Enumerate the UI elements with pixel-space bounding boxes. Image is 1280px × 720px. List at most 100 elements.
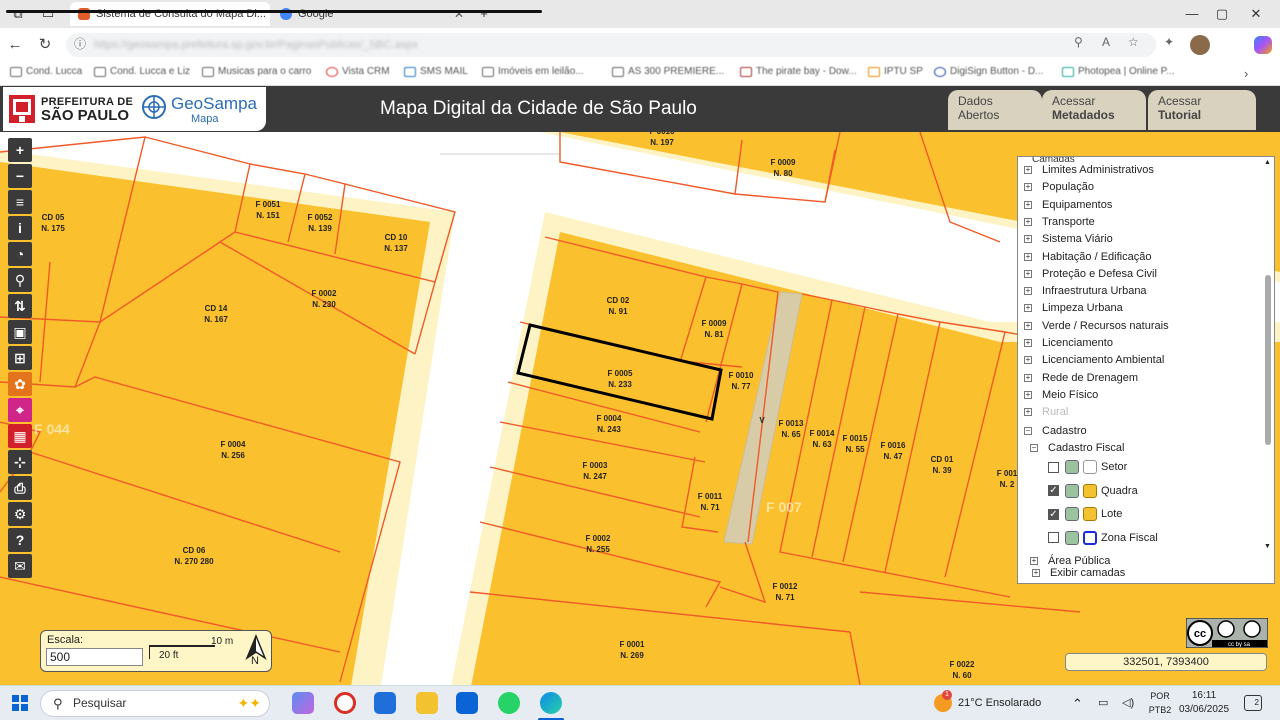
scroll-down-icon[interactable]: ▼ bbox=[1264, 543, 1271, 550]
search-icon[interactable]: ⚲ bbox=[8, 268, 32, 292]
profile-avatar[interactable] bbox=[1190, 35, 1210, 55]
chrome-app-icon[interactable] bbox=[334, 692, 356, 714]
reload-icon[interactable]: ↻ bbox=[34, 35, 56, 55]
acessar-metadados-button[interactable]: Acessar Metadados bbox=[1042, 90, 1146, 130]
bookmark-item[interactable]: Vista CRM bbox=[326, 66, 390, 77]
map-pin-icon[interactable]: ⌖ bbox=[8, 398, 32, 422]
map-canvas[interactable]: CD 05 N. 175 F 0051 N. 151 F 0052 N. 139 CD 10… bbox=[0, 132, 1280, 685]
fiscal-layer-item[interactable]: ✓ Quadra bbox=[1048, 483, 1138, 498]
layer-checkbox[interactable] bbox=[1048, 461, 1059, 473]
layer-group[interactable]: + Rede de Drenagem bbox=[1024, 372, 1138, 384]
tab-google[interactable]: Google ✕ bbox=[272, 2, 472, 26]
layer-group[interactable]: + Limites Administrativos bbox=[1024, 164, 1154, 176]
extensions-icon[interactable]: ✦ bbox=[1164, 35, 1174, 49]
layer-checkbox[interactable] bbox=[1048, 532, 1059, 543]
layer-group[interactable]: + Transporte bbox=[1024, 216, 1095, 228]
expand-icon[interactable]: + bbox=[1024, 390, 1032, 399]
expand-icon[interactable]: + bbox=[1024, 200, 1032, 209]
whatsapp-app-icon[interactable] bbox=[498, 692, 520, 714]
hatch-icon[interactable]: ▦ bbox=[8, 424, 32, 448]
file-explorer-icon[interactable] bbox=[416, 692, 438, 714]
battery-icon[interactable]: ▭ bbox=[1098, 686, 1108, 720]
info-icon[interactable]: i bbox=[8, 216, 32, 240]
favorite-icon[interactable]: ☆ bbox=[1128, 35, 1139, 49]
layers-scrollbar[interactable]: ▲ ▼ bbox=[1264, 159, 1271, 575]
copilot-icon[interactable] bbox=[1254, 36, 1272, 54]
back-icon[interactable]: ← bbox=[4, 35, 26, 55]
expand-icon[interactable]: + bbox=[1024, 408, 1032, 417]
more-bookmarks-icon[interactable]: › bbox=[1244, 66, 1248, 81]
clock[interactable]: 16:11 03/06/2025 bbox=[1178, 689, 1230, 717]
layer-group[interactable]: + População bbox=[1024, 181, 1094, 193]
expand-icon[interactable]: + bbox=[1024, 339, 1032, 347]
zoom-in-icon[interactable]: + bbox=[8, 138, 32, 162]
fiscal-layer-item[interactable]: Setor bbox=[1048, 460, 1127, 474]
notifications-icon[interactable]: 2 bbox=[1244, 695, 1262, 711]
layer-group[interactable]: + Verde / Recursos naturais bbox=[1024, 320, 1169, 332]
close-window-icon[interactable]: ✕ bbox=[1240, 4, 1272, 24]
scroll-up-icon[interactable]: ▲ bbox=[1264, 159, 1271, 166]
copilot-app-icon[interactable] bbox=[292, 692, 314, 714]
tab-geosampa[interactable]: Sistema de Consulta do Mapa Di... ✕ bbox=[70, 2, 270, 26]
expand-icon[interactable]: + bbox=[1024, 269, 1032, 278]
expand-icon[interactable]: + bbox=[1024, 287, 1032, 296]
bookmark-item[interactable]: The pirate bay - Dow... bbox=[740, 66, 857, 77]
acessar-tutorial-button[interactable]: Acessar Tutorial bbox=[1148, 90, 1256, 130]
bookmark-item[interactable]: Cond. Lucca e Liz bbox=[94, 66, 190, 77]
layer-group[interactable]: + Rural bbox=[1024, 406, 1068, 418]
expand-icon[interactable]: + bbox=[1032, 569, 1040, 577]
fiscal-layer-item[interactable]: Zona Fiscal bbox=[1048, 530, 1158, 545]
measure-icon[interactable]: ◔ bbox=[8, 242, 32, 266]
layer-group[interactable]: + Habitação / Edificação bbox=[1024, 251, 1151, 263]
settings-icon[interactable]: ⚙ bbox=[8, 502, 32, 526]
layer-style-icon[interactable] bbox=[1065, 460, 1079, 474]
read-aloud-icon[interactable]: A bbox=[1102, 35, 1110, 49]
bookmark-item[interactable]: Musicas para o carro bbox=[202, 66, 311, 77]
dados-abertos-button[interactable]: Dados Abertos bbox=[948, 90, 1042, 130]
layer-group[interactable]: + Sistema Viário bbox=[1024, 233, 1113, 245]
zoom-out-icon[interactable]: − bbox=[8, 164, 32, 188]
edge-app-icon[interactable] bbox=[540, 692, 562, 714]
expand-icon[interactable]: + bbox=[1030, 557, 1038, 565]
layer-group[interactable]: + Meio Físico bbox=[1024, 389, 1098, 401]
new-tab-icon[interactable]: + bbox=[468, 4, 500, 24]
layer-group-cadastro[interactable]: − Cadastro bbox=[1024, 425, 1087, 437]
tab-actions-icon[interactable]: ▭ bbox=[32, 4, 64, 24]
expand-icon[interactable]: + bbox=[1024, 217, 1032, 226]
maximize-icon[interactable]: ▢ bbox=[1206, 4, 1238, 24]
layer-style-icon[interactable] bbox=[1065, 483, 1079, 498]
url-field[interactable]: https://geosampa.prefeitura.sp.gov.br/Pa… bbox=[66, 33, 1156, 57]
minimize-icon[interactable]: — bbox=[1176, 4, 1208, 24]
taskbar-search[interactable]: ⚲ Pesquisar ✦✦ bbox=[40, 690, 270, 717]
bookmark-item[interactable]: Imóveis em leilão... bbox=[482, 66, 584, 77]
layer-group[interactable]: + Licenciamento bbox=[1024, 337, 1113, 349]
workspaces-icon[interactable]: ⧉ bbox=[2, 4, 34, 24]
distance-icon[interactable]: ⊹ bbox=[8, 450, 32, 474]
layer-group-area-publica[interactable]: + Área Pública bbox=[1030, 555, 1110, 567]
exibir-camadas[interactable]: + Exibir camadas bbox=[1032, 567, 1125, 579]
expand-icon[interactable]: + bbox=[1024, 321, 1032, 330]
scale-input[interactable] bbox=[46, 648, 143, 666]
creative-commons-icon[interactable]: cc cc by sa bbox=[1186, 618, 1268, 648]
palette-icon[interactable]: ✿ bbox=[8, 372, 32, 396]
help-icon[interactable]: ? bbox=[8, 528, 32, 552]
expand-icon[interactable]: + bbox=[1024, 356, 1032, 365]
expand-icon[interactable]: + bbox=[1024, 304, 1032, 313]
weather-text[interactable]: 21°C Ensolarado bbox=[958, 686, 1041, 720]
language-indicator[interactable]: POR PTB2 bbox=[1146, 689, 1174, 717]
layer-checkbox[interactable]: ✓ bbox=[1048, 485, 1059, 496]
layer-group[interactable]: + Infraestrutura Urbana bbox=[1024, 285, 1147, 297]
expand-icon[interactable]: + bbox=[1024, 373, 1032, 382]
layer-group-cadastro-fiscal[interactable]: − Cadastro Fiscal bbox=[1030, 442, 1124, 454]
layer-group[interactable]: + Equipamentos bbox=[1024, 199, 1112, 211]
expand-icon[interactable]: + bbox=[1024, 183, 1032, 192]
bookmark-item[interactable]: DigiSign Button - D... bbox=[934, 66, 1043, 77]
transit-icon[interactable]: ⊞ bbox=[8, 346, 32, 370]
layer-checkbox[interactable]: ✓ bbox=[1048, 508, 1059, 520]
mail-icon[interactable]: ✉ bbox=[8, 554, 32, 578]
layer-style-icon[interactable] bbox=[1065, 530, 1079, 545]
tray-chevron-icon[interactable]: ⌃ bbox=[1072, 686, 1083, 720]
fiscal-layer-item[interactable]: ✓ Lote bbox=[1048, 507, 1122, 521]
store-app-icon[interactable] bbox=[374, 692, 396, 714]
save-icon[interactable]: ▣ bbox=[8, 320, 32, 344]
